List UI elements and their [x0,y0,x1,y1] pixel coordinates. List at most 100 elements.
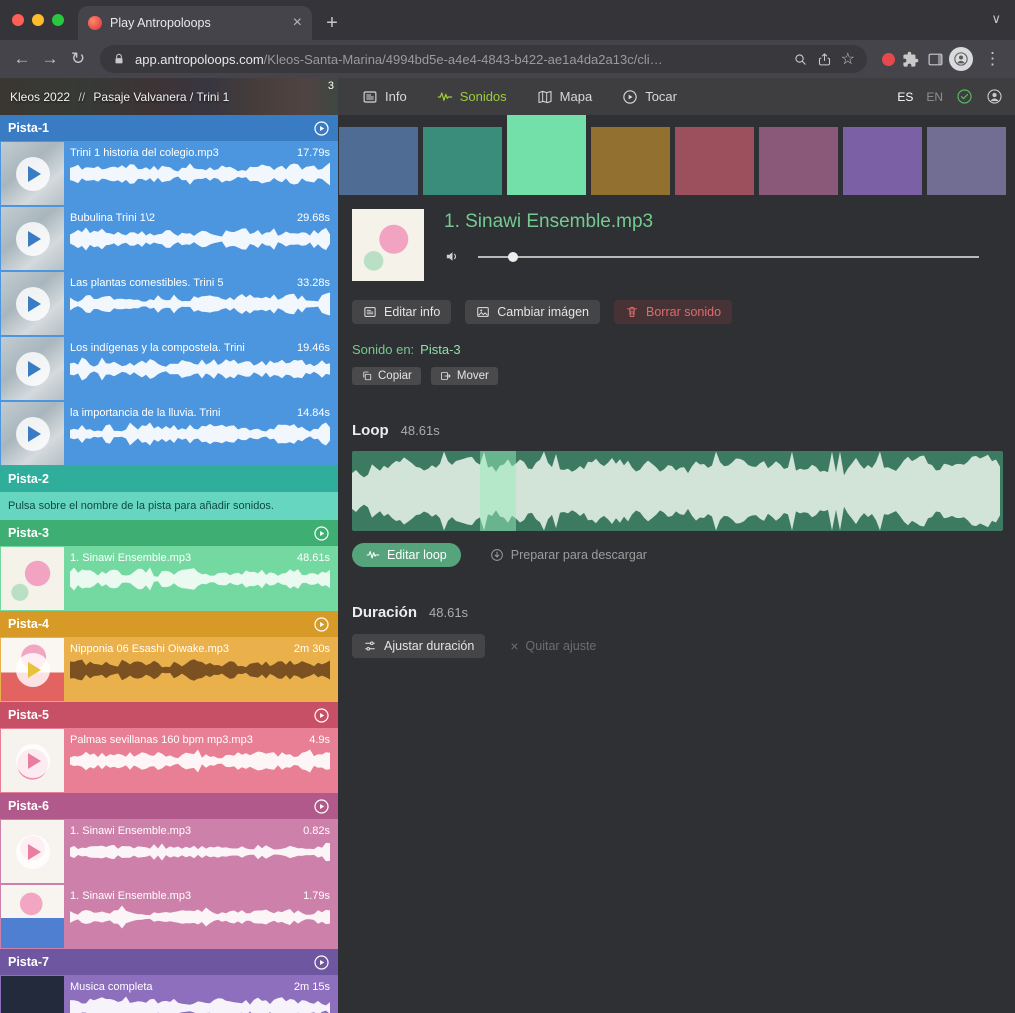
sound-thumbnail[interactable] [1,547,64,610]
breadcrumb-project[interactable]: Kleos 2022 [10,90,70,104]
extensions-puzzle-icon[interactable] [902,51,919,68]
track-swatch-1[interactable] [339,127,418,195]
tab-close-icon[interactable]: × [293,15,302,31]
back-button[interactable]: ← [8,45,36,73]
sound-item[interactable]: Musica completa2m 15s [0,975,338,1013]
sound-title: Trini 1 historia del colegio.mp3 [70,147,219,159]
language-en-button[interactable]: EN [926,90,943,104]
selected-sound-image[interactable] [352,209,424,281]
sound-item[interactable]: 1. Sinawi Ensemble.mp30.82s [0,819,338,884]
loop-waveform[interactable] [352,451,1003,531]
reload-button[interactable]: ↻ [64,45,92,73]
sound-location-label: Sonido en: [352,342,414,357]
sound-item[interactable]: Los indígenas y la compostela. Trini19.4… [0,336,338,401]
sound-item[interactable]: Bubulina Trini 1\229.68s [0,206,338,271]
track-header-pista-1[interactable]: Pista-1 [0,115,338,141]
track-play-button[interactable] [313,798,330,815]
sound-item[interactable]: Trini 1 historia del colegio.mp317.79s [0,141,338,206]
share-icon[interactable] [817,52,832,67]
track-header-pista-6[interactable]: Pista-6 [0,793,338,819]
trash-icon [625,305,639,319]
clear-adjust-button[interactable]: × Quitar ajuste [499,633,607,659]
breadcrumb[interactable]: Kleos 2022 // Pasaje Valvanera / Trini 1… [0,78,338,115]
sound-item[interactable]: 1. Sinawi Ensemble.mp31.79s [0,884,338,949]
track-swatch-8[interactable] [927,127,1006,195]
sound-item-selected[interactable]: 1. Sinawi Ensemble.mp348.61s [0,546,338,611]
track-play-button[interactable] [313,120,330,137]
track-header-pista-7[interactable]: Pista-7 [0,949,338,975]
side-panel-icon[interactable] [927,51,944,68]
tune-icon [363,639,377,653]
track-header-pista-4[interactable]: Pista-4 [0,611,338,637]
volume-icon[interactable] [444,248,461,265]
forward-button[interactable]: → [36,45,64,73]
sound-title: 1. Sinawi Ensemble.mp3 [70,890,191,902]
track-play-button[interactable] [313,525,330,542]
volume-slider-thumb[interactable] [508,252,518,262]
browser-profile-avatar[interactable] [949,47,973,71]
change-image-button[interactable]: Cambiar imágen [465,300,600,324]
sound-thumbnail[interactable] [1,402,64,465]
loop-playhead-region[interactable] [480,451,516,531]
move-button[interactable]: Mover [431,367,498,385]
track-pista-2: Pista-2 Pulsa sobre el nombre de la pist… [0,466,338,520]
track-swatch-3[interactable] [507,115,586,195]
adjust-duration-button[interactable]: Ajustar duración [352,634,485,658]
edit-loop-button[interactable]: Editar loop [352,543,461,567]
prepare-download-button[interactable]: Preparar para descargar [479,543,658,567]
header-count-badge: 3 [328,80,334,92]
sound-thumbnail[interactable] [1,638,64,701]
edit-info-button[interactable]: Editar info [352,300,451,324]
empty-track-hint: Pulsa sobre el nombre de la pista para a… [0,492,338,520]
sound-thumbnail[interactable] [1,207,64,270]
track-swatch-6[interactable] [759,127,838,195]
delete-sound-button[interactable]: Borrar sonido [614,300,732,324]
sound-thumbnail[interactable] [1,272,64,335]
saved-check-icon[interactable] [956,88,973,105]
language-es-button[interactable]: ES [897,90,913,104]
track-swatch-2[interactable] [423,127,502,195]
browser-menu-icon[interactable]: ⋮ [978,49,1007,69]
sound-item[interactable]: Las plantas comestibles. Trini 533.28s [0,271,338,336]
sound-waveform [70,749,330,773]
track-header-pista-2[interactable]: Pista-2 [0,466,338,492]
new-tab-button[interactable]: + [318,9,346,37]
sound-location-track-link[interactable]: Pista-3 [420,342,460,357]
sound-thumbnail[interactable] [1,976,64,1013]
track-swatch-7[interactable] [843,127,922,195]
track-play-button[interactable] [313,954,330,971]
sound-thumbnail[interactable] [1,142,64,205]
tab-mapa[interactable]: Mapa [537,89,593,105]
copy-button[interactable]: Copiar [352,367,421,385]
sound-thumbnail[interactable] [1,729,64,792]
bookmark-star-icon[interactable]: ☆ [841,49,855,69]
tab-search-chevron-icon[interactable]: ∨ [991,11,1001,27]
track-swatches [338,115,1015,195]
track-header-pista-3[interactable]: Pista-3 [0,520,338,546]
tab-tocar[interactable]: Tocar [622,89,677,105]
track-header-pista-5[interactable]: Pista-5 [0,702,338,728]
recording-extension-icon[interactable] [882,53,895,66]
sound-thumbnail[interactable] [1,820,64,883]
account-icon[interactable] [986,88,1003,105]
tab-sonidos[interactable]: Sonidos [437,89,507,105]
browser-tab[interactable]: Play Antropoloops × [78,6,312,40]
track-play-button[interactable] [313,707,330,724]
window-zoom-button[interactable] [52,14,64,26]
track-swatch-4[interactable] [591,127,670,195]
tab-info[interactable]: Info [362,89,407,105]
volume-slider[interactable] [478,256,979,258]
sound-thumbnail[interactable] [1,337,64,400]
breadcrumb-page[interactable]: Pasaje Valvanera / Trini 1 [93,90,229,104]
sound-item[interactable]: Nipponia 06 Esashi Oiwake.mp32m 30s [0,637,338,702]
sound-thumbnail[interactable] [1,885,64,948]
address-bar[interactable]: app.antropoloops.com/Kleos-Santa-Marina/… [100,45,867,73]
window-close-button[interactable] [12,14,24,26]
sound-title: Bubulina Trini 1\2 [70,212,155,224]
sound-item[interactable]: Palmas sevillanas 160 bpm mp3.mp34.9s [0,728,338,793]
track-play-button[interactable] [313,616,330,633]
sound-item[interactable]: la importancia de la lluvia. Trini14.84s [0,401,338,466]
track-swatch-5[interactable] [675,127,754,195]
window-minimize-button[interactable] [32,14,44,26]
zoom-icon[interactable] [793,52,808,67]
